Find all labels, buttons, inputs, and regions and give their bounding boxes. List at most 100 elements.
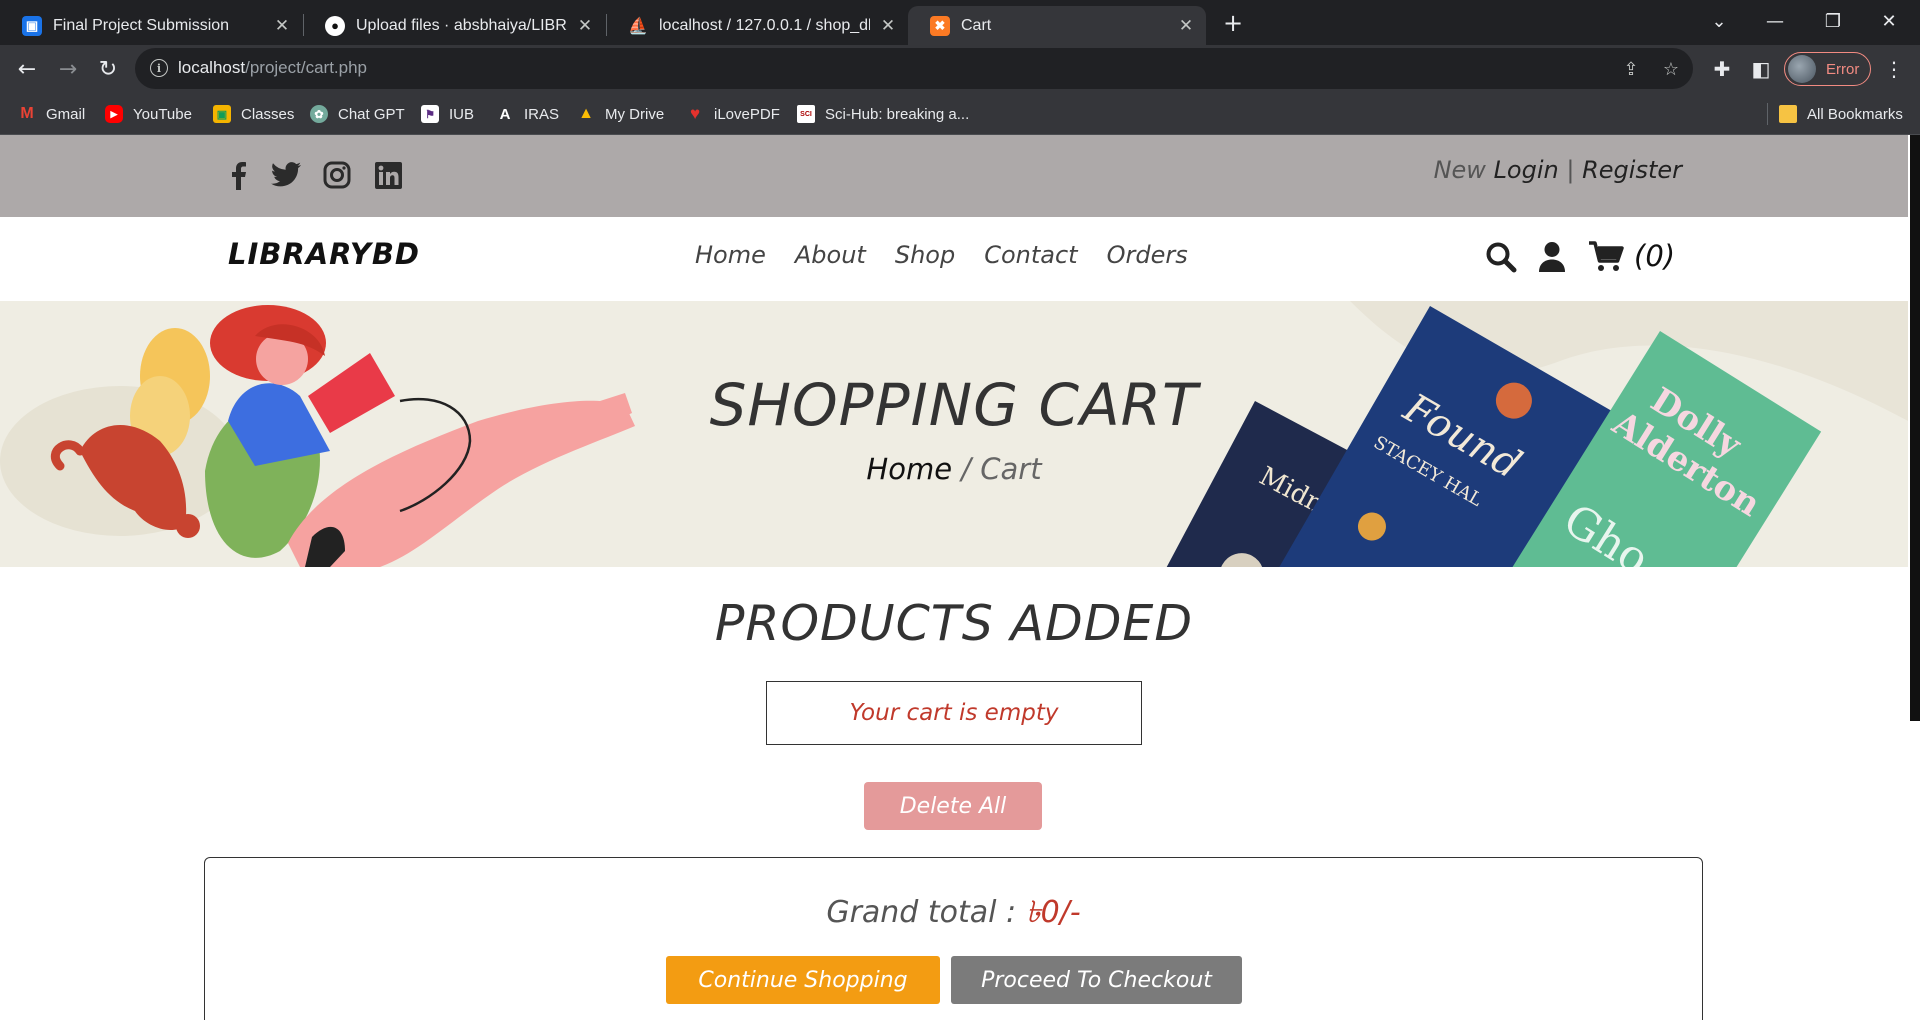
nav-contact[interactable]: Contact (984, 241, 1077, 269)
breadcrumb-current: Cart (980, 452, 1042, 486)
proceed-checkout-button[interactable]: Proceed To Checkout (951, 956, 1242, 1004)
bookmark-ilovepdf[interactable]: ♥ iLovePDF (686, 103, 780, 125)
site-info-icon[interactable]: i (150, 59, 168, 77)
page-title: SHOPPING CART (709, 371, 1199, 439)
forward-button[interactable]: → (54, 55, 82, 83)
continue-shopping-button[interactable]: Continue Shopping (666, 956, 940, 1004)
products-heading: PRODUCTS ADDED (714, 595, 1194, 652)
back-button[interactable]: ← (13, 55, 41, 83)
linkedin-icon[interactable] (370, 157, 406, 193)
extensions-icon[interactable]: ✚ (1708, 55, 1736, 83)
search-icon[interactable] (1482, 238, 1520, 276)
tab-github-upload[interactable]: ● Upload files · absbhaiya/LIBRAR ✕ (303, 6, 605, 45)
nav-shop[interactable]: Shop (895, 241, 955, 269)
facebook-icon[interactable] (220, 157, 256, 193)
grand-total-amount: ৳0/- (1025, 895, 1081, 930)
bookmark-gmail[interactable]: M Gmail (18, 103, 85, 125)
folder-icon (1779, 105, 1797, 123)
tab-cart[interactable]: ✖ Cart ✕ (908, 6, 1206, 45)
empty-cart-message: Your cart is empty (766, 681, 1142, 745)
main-navbar: LIBRARYBD Home About Shop Contact Orders… (0, 217, 1908, 301)
close-icon[interactable]: ✕ (1176, 16, 1196, 36)
close-icon[interactable]: ✕ (575, 16, 595, 36)
url-text[interactable]: localhost/project/cart.php (178, 58, 367, 78)
ilovepdf-icon: ♥ (689, 104, 701, 123)
bookmark-all-bookmarks[interactable]: All Bookmarks (1779, 103, 1903, 125)
cart-icon[interactable] (1587, 238, 1625, 276)
reload-button[interactable]: ↻ (94, 55, 122, 83)
delete-all-button[interactable]: Delete All (864, 782, 1042, 830)
bookmark-chatgpt[interactable]: ✿ Chat GPT (310, 103, 405, 125)
gmail-icon: M (20, 105, 34, 122)
tab-title: Final Project Submission (53, 16, 230, 34)
close-icon[interactable]: ✕ (878, 16, 898, 36)
share-icon[interactable]: ⇪ (1620, 58, 1642, 80)
side-panel-icon[interactable]: ◧ (1747, 55, 1775, 83)
bookmark-iub[interactable]: ⚑ IUB (421, 103, 474, 125)
close-icon[interactable]: ✕ (272, 16, 292, 36)
header-top-bar: New Login | Register (0, 135, 1908, 217)
tab-title: localhost / 127.0.0.1 / shop_db / (659, 16, 870, 34)
auth-links: New Login | Register (1434, 156, 1682, 184)
grand-total-label: Grand total : (826, 895, 1017, 930)
breadcrumb-home[interactable]: Home (866, 452, 952, 486)
site-logo[interactable]: LIBRARYBD (228, 237, 420, 271)
iub-icon: ⚑ (421, 105, 439, 123)
bookmark-label: Gmail (46, 105, 86, 123)
twitter-icon[interactable] (268, 157, 304, 193)
bookmark-classes[interactable]: ▣ Classes (213, 103, 294, 125)
bookmarks-bar: M Gmail ▶ YouTube ▣ Classes ✿ Chat GPT ⚑… (0, 93, 1920, 135)
address-bar[interactable]: i localhost/project/cart.php ⇪ ☆ (135, 48, 1693, 89)
browser-tab-strip: ▣ Final Project Submission ✕ ● Upload fi… (0, 0, 1920, 45)
bookmark-label: Chat GPT (338, 105, 405, 123)
menu-icon[interactable]: ⋮ (1880, 55, 1908, 83)
bookmark-label: YouTube (133, 105, 192, 123)
drive-icon: ▲ (578, 105, 594, 122)
bookmark-iras[interactable]: A IRAS (496, 103, 559, 125)
page-viewport: New Login | Register LIBRARYBD Home Abou… (0, 135, 1908, 1020)
classroom-icon: ▣ (213, 105, 231, 123)
bookmark-label: iLovePDF (714, 105, 780, 123)
bookmark-label: Sci-Hub: breaking a... (825, 105, 970, 123)
register-link[interactable]: Register (1582, 156, 1682, 184)
nav-about[interactable]: About (795, 241, 866, 269)
profile-status: Error (1826, 60, 1860, 78)
classroom-icon: ▣ (22, 15, 42, 36)
bookmark-label: Classes (241, 105, 295, 123)
profile-button[interactable]: Error (1784, 52, 1871, 86)
tab-phpmyadmin[interactable]: ⛵ localhost / 127.0.0.1 / shop_db / ✕ (606, 6, 908, 45)
nav-orders[interactable]: Orders (1107, 241, 1188, 269)
tab-title: Cart (961, 16, 992, 34)
tab-search-icon[interactable]: ⌄ (1696, 6, 1742, 36)
grand-total: Grand total : ৳0/- (205, 888, 1702, 939)
xampp-icon: ✖ (930, 15, 950, 36)
cart-total-box: Grand total : ৳0/- Continue Shopping Pro… (204, 857, 1703, 1020)
scihub-icon: SCI (797, 105, 815, 123)
chatgpt-icon: ✿ (310, 105, 328, 123)
restore-button[interactable]: ❐ (1810, 6, 1856, 36)
avatar (1788, 55, 1816, 83)
new-tab-button[interactable]: + (1219, 9, 1247, 37)
github-icon: ● (325, 15, 345, 36)
tab-final-project[interactable]: ▣ Final Project Submission ✕ (0, 6, 302, 45)
youtube-icon: ▶ (105, 105, 123, 123)
nav-links: Home About Shop Contact Orders (695, 241, 1188, 269)
phpmyadmin-icon: ⛵ (628, 17, 648, 35)
login-link[interactable]: Login (1494, 156, 1559, 184)
breadcrumb-separator: / (961, 452, 972, 486)
window-close-button[interactable]: ✕ (1866, 6, 1912, 36)
minimize-button[interactable]: — (1752, 6, 1798, 36)
bookmark-label: All Bookmarks (1807, 105, 1903, 123)
bookmark-label: IUB (449, 105, 475, 123)
auth-separator: | (1566, 156, 1575, 184)
cart-count[interactable]: (0) (1634, 239, 1675, 273)
bookmark-scihub[interactable]: SCI Sci-Hub: breaking a... (797, 103, 969, 125)
user-icon[interactable] (1533, 238, 1571, 276)
nav-home[interactable]: Home (695, 241, 766, 269)
bookmark-youtube[interactable]: ▶ YouTube (105, 103, 192, 125)
breadcrumb: Home / Cart (0, 452, 1908, 486)
scrollbar-thumb[interactable] (1910, 135, 1920, 721)
bookmark-star-icon[interactable]: ☆ (1660, 58, 1682, 80)
bookmark-my-drive[interactable]: ▲ My Drive (577, 103, 664, 125)
instagram-icon[interactable] (319, 157, 355, 193)
